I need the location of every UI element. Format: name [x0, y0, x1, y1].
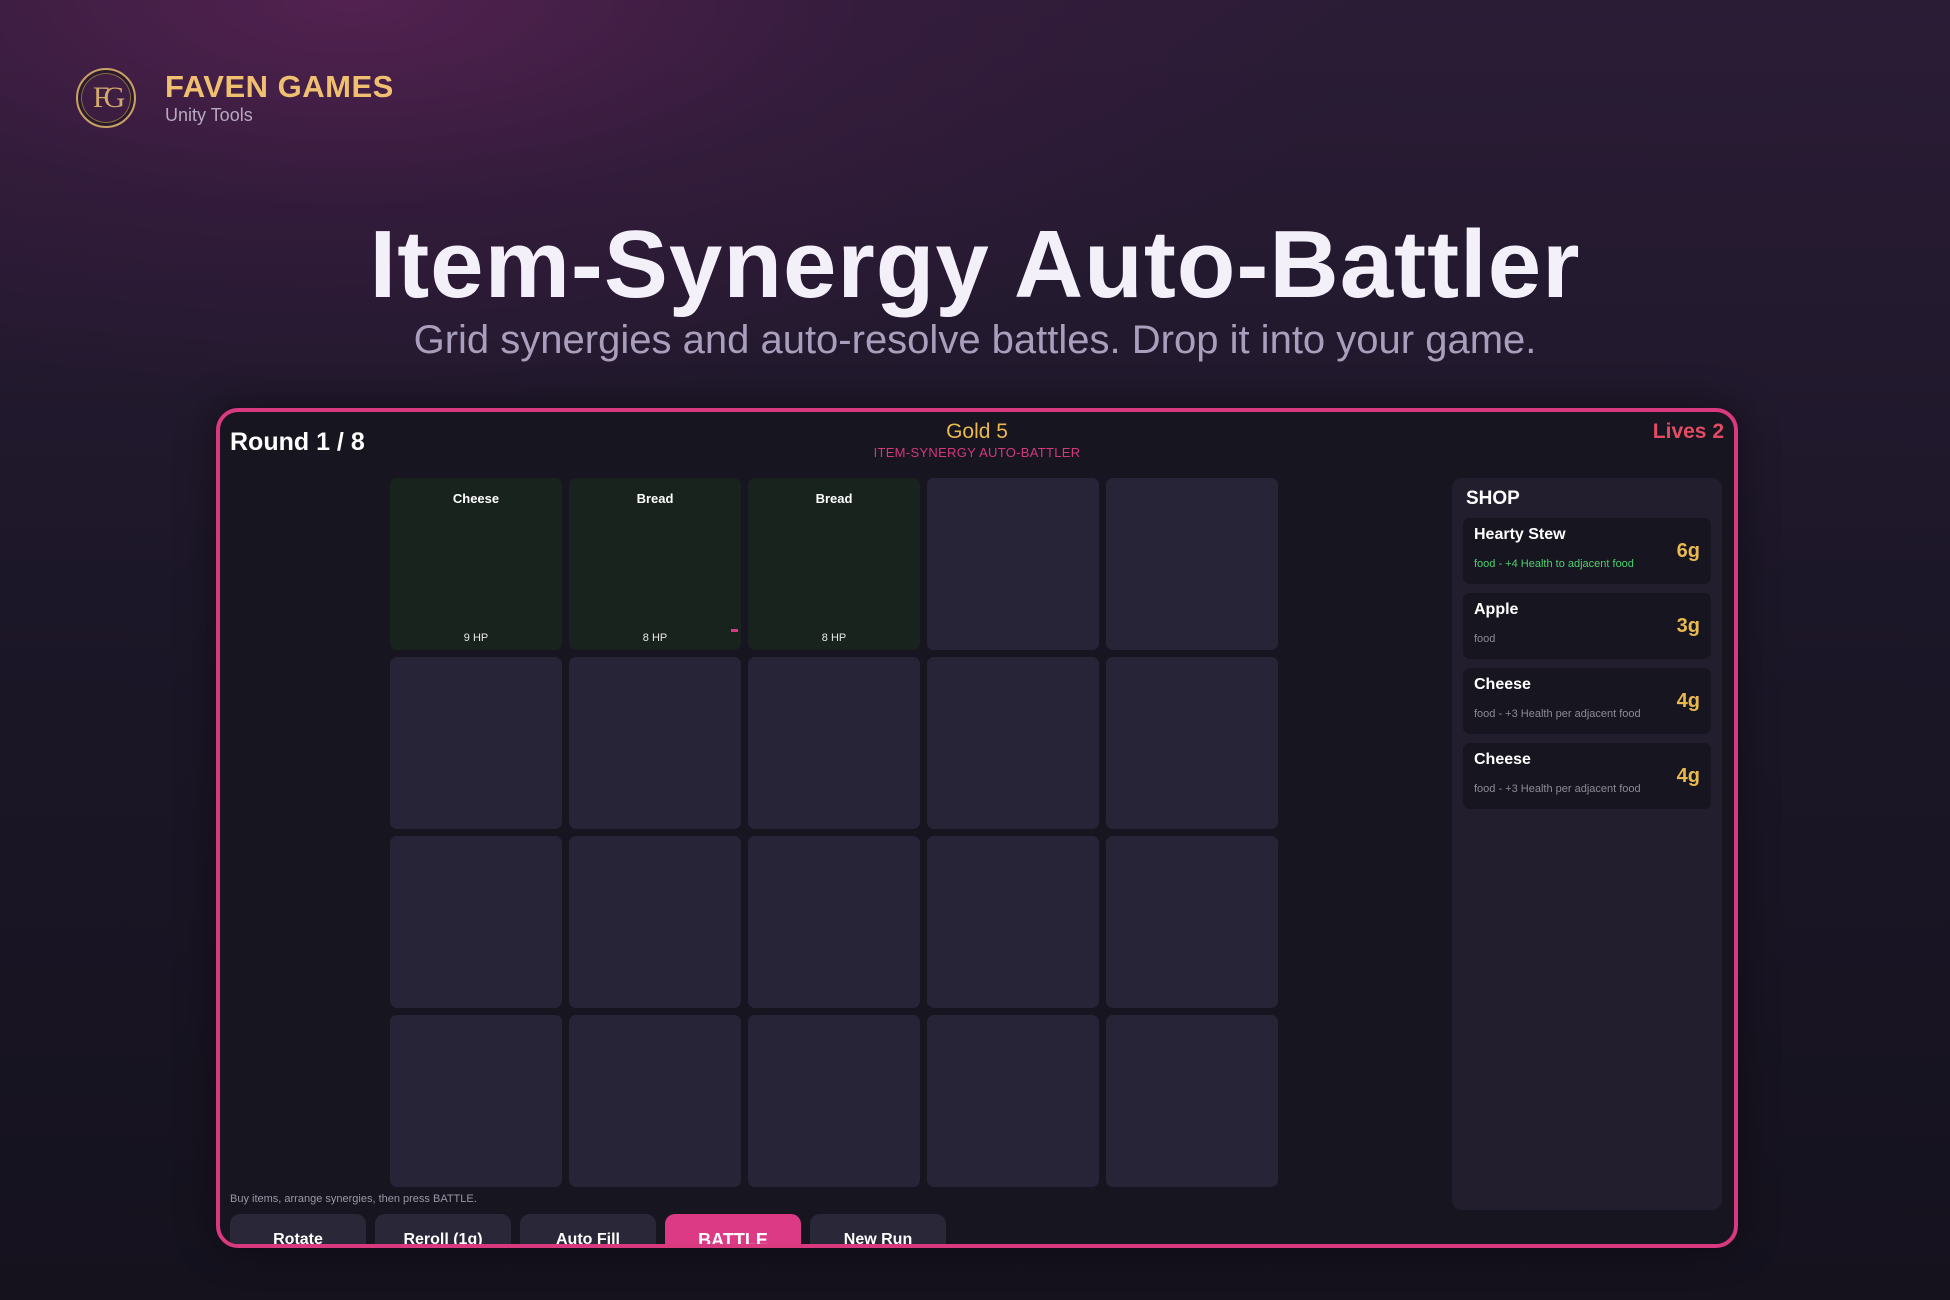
brand: FG FAVEN GAMES Unity Tools: [76, 68, 394, 128]
shop-item-desc: food - +3 Health per adjacent food: [1474, 708, 1641, 720]
grid-cell[interactable]: [1106, 1015, 1278, 1187]
grid-item-hp: 8 HP: [642, 632, 668, 644]
reroll-button[interactable]: Reroll (1g): [375, 1214, 511, 1244]
grid-cell[interactable]: [927, 478, 1099, 650]
grid-cell[interactable]: [927, 1015, 1099, 1187]
shop-item-desc: food - +3 Health per adjacent food: [1474, 783, 1641, 795]
brand-name: FAVEN GAMES: [165, 68, 394, 104]
faven-games-logo-icon: FG: [76, 68, 136, 128]
shop-item-price: 3g: [1676, 615, 1700, 637]
shop-item[interactable]: Cheese food - +3 Health per adjacent foo…: [1463, 668, 1711, 734]
shop-item-name: Cheese: [1474, 751, 1531, 768]
grid-cell[interactable]: [1106, 478, 1278, 650]
shop-item-name: Apple: [1474, 601, 1519, 618]
instruction-hint: Buy items, arrange synergies, then press…: [230, 1193, 477, 1205]
grid-cell[interactable]: [569, 1015, 741, 1187]
shop-panel: SHOP Hearty Stew food - +4 Health to adj…: [1452, 478, 1722, 1210]
shop-item-desc: food - +4 Health to adjacent food: [1474, 558, 1634, 570]
battle-button[interactable]: BATTLE: [665, 1214, 801, 1244]
shop-item-price: 6g: [1676, 540, 1700, 562]
auto-fill-button[interactable]: Auto Fill: [520, 1214, 656, 1244]
grid-cell[interactable]: [748, 657, 920, 829]
grid-cell[interactable]: [927, 836, 1099, 1008]
grid-cell[interactable]: [390, 1015, 562, 1187]
inventory-grid: Cheese 9 HP Bread 8 HP Bread 8 HP: [390, 478, 1286, 1194]
game-window: Round 1 / 8 Gold 5 ITEM-SYNERGY AUTO-BAT…: [216, 408, 1738, 1248]
grid-cell[interactable]: Cheese 9 HP: [390, 478, 562, 650]
new-run-button[interactable]: New Run: [810, 1214, 946, 1244]
shop-item-name: Hearty Stew: [1474, 526, 1566, 543]
grid-item-hp: 9 HP: [463, 632, 489, 644]
rotate-button[interactable]: Rotate: [230, 1214, 366, 1244]
grid-cell[interactable]: [390, 836, 562, 1008]
shop-item[interactable]: Hearty Stew food - +4 Health to adjacent…: [1463, 518, 1711, 584]
grid-cell[interactable]: [1106, 836, 1278, 1008]
brand-subtitle: Unity Tools: [165, 104, 253, 125]
grid-cell[interactable]: [748, 836, 920, 1008]
grid-item-name: Bread: [815, 491, 853, 506]
shop-item-price: 4g: [1676, 690, 1700, 712]
grid-cell[interactable]: Bread 8 HP: [569, 478, 741, 650]
grid-cell[interactable]: [1106, 657, 1278, 829]
shop-item-desc: food: [1474, 633, 1496, 645]
game-name-label: ITEM-SYNERGY AUTO-BATTLER: [873, 445, 1081, 460]
shop-item[interactable]: Apple food 3g: [1463, 593, 1711, 659]
grid-item-name: Cheese: [452, 491, 500, 506]
grid-cell[interactable]: [748, 1015, 920, 1187]
shop-title: SHOP: [1466, 488, 1520, 509]
grid-cell[interactable]: [569, 836, 741, 1008]
shop-item-name: Cheese: [1474, 676, 1531, 693]
shop-item[interactable]: Cheese food - +3 Health per adjacent foo…: [1463, 743, 1711, 809]
brand-text: FAVEN GAMES Unity Tools: [165, 68, 394, 126]
grid-cell[interactable]: [569, 657, 741, 829]
gold-counter: Gold 5: [946, 420, 1008, 443]
lives-counter: Lives 2: [1652, 420, 1724, 443]
hero-title: Item-Synergy Auto-Battler: [369, 211, 1581, 318]
grid-cell[interactable]: [390, 657, 562, 829]
grid-item-hp: 8 HP: [821, 632, 847, 644]
synergy-link: [731, 629, 738, 632]
grid-item-name: Bread: [636, 491, 674, 506]
grid-cell[interactable]: Bread 8 HP: [748, 478, 920, 650]
shop-item-price: 4g: [1676, 765, 1700, 787]
grid-cell[interactable]: [927, 657, 1099, 829]
hero-subtitle: Grid synergies and auto-resolve battles.…: [413, 318, 1537, 362]
